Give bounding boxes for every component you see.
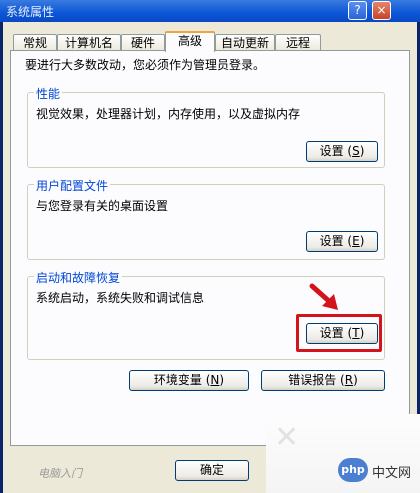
ok-button[interactable]: 确定 (175, 460, 249, 481)
tab-automatic-updates[interactable]: 自动更新 (215, 34, 275, 51)
watermark-site-name: 中文网 (372, 466, 412, 481)
tab-computer-name[interactable]: 计算机名 (57, 34, 121, 51)
startup-recovery-description: 系统启动，系统失败和调试信息 (36, 291, 205, 305)
tab-general[interactable]: 常规 (13, 34, 57, 51)
tab-advanced[interactable]: 高级 (165, 31, 215, 52)
performance-settings-hotkey: S (352, 144, 360, 158)
environment-variables-label: 环境变量 (153, 373, 202, 387)
user-profiles-settings-hotkey: E (352, 234, 360, 248)
system-properties-window: 系统属性 ? × 常规 计算机名 硬件 高级 自动更新 远程 要进行大多数改动，… (0, 0, 420, 493)
window-title: 系统属性 (6, 5, 55, 19)
admin-notice: 要进行大多数改动，您必须作为管理员登录。 (25, 58, 266, 72)
user-profiles-description: 与您登录有关的桌面设置 (36, 199, 169, 213)
highlight-box (296, 314, 382, 352)
error-reporting-hotkey: R (344, 373, 354, 387)
watermark-overlay: ✕ php 中文网 (266, 414, 420, 493)
performance-settings-button[interactable]: 设置 (S) (306, 141, 378, 162)
performance-description: 视觉效果，处理器计划，内存使用，以及虚拟内存 (36, 107, 301, 121)
user-profiles-group: 用户配置文件 与您登录有关的桌面设置 设置 (E) (27, 177, 385, 260)
performance-settings-label: 设置 (319, 144, 344, 158)
red-arrow-icon (309, 283, 338, 310)
close-button[interactable]: × (372, 1, 391, 20)
performance-group: 性能 视觉效果，处理器计划，内存使用，以及虚拟内存 设置 (S) (27, 85, 385, 168)
watermark-left: 电脑入门 (38, 467, 82, 480)
performance-group-title: 性能 (34, 85, 63, 102)
user-profiles-settings-button[interactable]: 设置 (E) (306, 231, 378, 252)
startup-recovery-group-title: 启动和故障恢复 (34, 269, 123, 286)
error-reporting-label: 错误报告 (288, 373, 337, 387)
tab-hardware[interactable]: 硬件 (121, 34, 165, 51)
title-bar[interactable]: 系统属性 ? × (0, 0, 420, 22)
tab-remote[interactable]: 远程 (275, 34, 321, 51)
environment-variables-hotkey: N (210, 373, 220, 387)
php-logo: php (338, 458, 368, 482)
user-profiles-settings-label: 设置 (319, 234, 344, 248)
watermark-cross-icon: ✕ (274, 420, 300, 455)
user-profiles-group-title: 用户配置文件 (34, 177, 111, 194)
environment-variables-button[interactable]: 环境变量 (N) (129, 370, 249, 391)
help-button[interactable]: ? (348, 1, 367, 20)
error-reporting-button[interactable]: 错误报告 (R) (261, 370, 385, 391)
